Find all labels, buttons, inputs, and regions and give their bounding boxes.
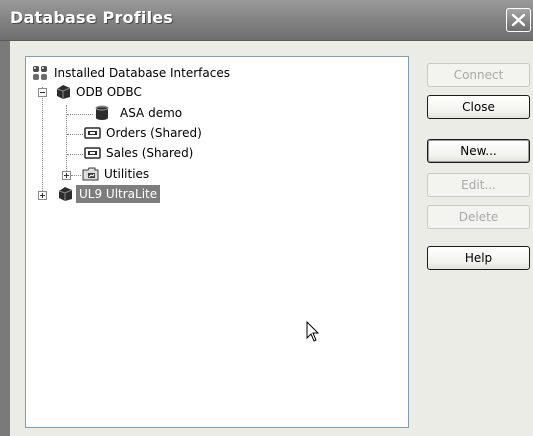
profiles-tree[interactable]: Installed Database Interfaces ODB ODBC A… [25, 56, 409, 428]
tree-line [42, 87, 43, 195]
tree-line [67, 114, 93, 115]
interfaces-icon [32, 65, 50, 81]
database-icon [54, 84, 72, 100]
close-x-icon[interactable] [506, 8, 531, 32]
tree-line [67, 154, 83, 155]
collapse-icon[interactable] [38, 88, 47, 97]
title-bar[interactable]: Database Profiles [0, 0, 533, 41]
mouse-pointer-icon [306, 320, 320, 347]
tree-item-label: Utilities [104, 167, 150, 181]
tree-line [66, 105, 67, 177]
tree-line [67, 134, 83, 135]
window-frame [0, 41, 10, 436]
database-icon [56, 186, 74, 202]
utilities-icon [82, 166, 100, 182]
tree-item-label: Orders (Shared) [106, 126, 202, 140]
close-button[interactable]: Close [427, 95, 530, 119]
new-button[interactable]: New... [427, 139, 530, 163]
help-button[interactable]: Help [427, 246, 530, 270]
tree-item-label-selected: UL9 UltraLite [76, 185, 161, 203]
expand-icon[interactable] [38, 191, 47, 200]
shared-profile-icon [84, 145, 102, 161]
connect-button[interactable]: Connect [427, 63, 530, 87]
tree-item-label: ASA demo [120, 106, 183, 120]
tree-item-label: ODB ODBC [76, 85, 142, 99]
database-profiles-dialog: Database Profiles Installed Database Int… [0, 0, 533, 436]
shared-profile-icon [84, 125, 102, 141]
expand-icon[interactable] [62, 171, 71, 180]
db-cylinder-icon [94, 105, 112, 121]
edit-button[interactable]: Edit... [427, 173, 530, 197]
tree-line [71, 175, 81, 176]
tree-item-label: Installed Database Interfaces [54, 66, 230, 80]
tree-item-label: Sales (Shared) [106, 146, 194, 160]
delete-button[interactable]: Delete [427, 205, 530, 229]
window-title: Database Profiles [10, 8, 174, 27]
